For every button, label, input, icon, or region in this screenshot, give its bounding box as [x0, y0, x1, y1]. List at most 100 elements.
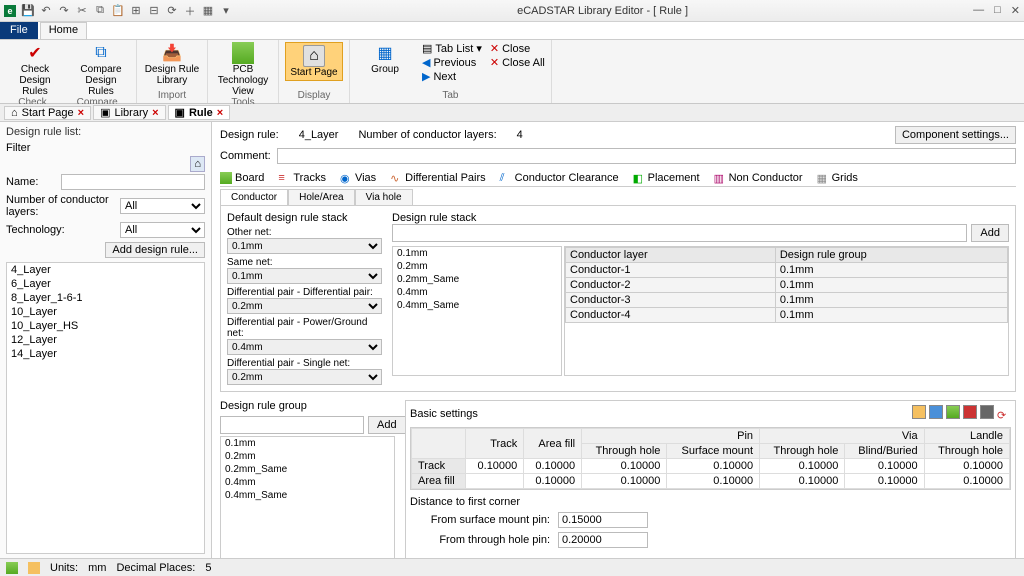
color-swatch[interactable] [912, 405, 926, 419]
table-row[interactable]: Conductor-10.1mm [566, 263, 1008, 278]
technology-select[interactable]: All [120, 222, 205, 238]
undo-icon[interactable]: ↶ [40, 5, 52, 17]
table-row[interactable]: Conductor-40.1mm [566, 308, 1008, 323]
pcb-tech-view-button[interactable]: PCB Technology View [214, 42, 272, 97]
rule-stack-input[interactable] [392, 224, 967, 242]
ribbon-group-display: Display [298, 90, 331, 101]
dist-sm-label: From surface mount pin: [410, 514, 550, 526]
home-tab[interactable]: Home [40, 22, 87, 39]
table-row[interactable]: Conductor-30.1mm [566, 293, 1008, 308]
save-icon[interactable]: 💾 [22, 5, 34, 17]
refresh-icon[interactable]: ⟳ [166, 5, 178, 17]
close-icon[interactable]: × [152, 107, 158, 119]
add-icon[interactable]: ＋ [184, 5, 196, 17]
dp-dp-select[interactable]: 0.2mm [227, 298, 382, 314]
rule-group-add-button[interactable]: Add [368, 416, 406, 434]
list-item[interactable]: 10_Layer_HS [7, 319, 204, 333]
list-item[interactable]: 0.2mm [221, 450, 394, 463]
filter-toggle-icon[interactable]: ⌂ [190, 156, 205, 172]
group-button[interactable]: ▦Group [356, 42, 414, 75]
tab-tracks[interactable]: ≡Tracks [278, 172, 326, 184]
cut-icon[interactable]: ✂ [76, 5, 88, 17]
name-input[interactable] [61, 174, 205, 190]
file-menu[interactable]: File [0, 22, 38, 39]
rule-group-input[interactable] [220, 416, 364, 434]
list-item[interactable]: 0.1mm [393, 247, 561, 260]
document-tabs: ⌂Start Page× ▣Library× ▣Rule× [0, 104, 1024, 122]
close-icon[interactable]: × [78, 107, 84, 119]
same-net-select[interactable]: 0.1mm [227, 268, 382, 284]
minimize-icon[interactable]: — [973, 4, 984, 17]
tab-grids[interactable]: ▦Grids [817, 172, 858, 184]
copy-icon[interactable]: ⧉ [94, 5, 106, 17]
nlayers-select[interactable]: All [120, 198, 205, 214]
tab-start-page[interactable]: ⌂Start Page× [4, 106, 91, 120]
close-icon[interactable]: × [217, 107, 223, 119]
tab-board[interactable]: Board [220, 172, 264, 184]
redo-icon[interactable]: ↷ [58, 5, 70, 17]
tab-nonconductor[interactable]: ▥Non Conductor [714, 172, 803, 184]
next-tab-button[interactable]: ▶Next [422, 70, 482, 83]
color-swatch[interactable] [980, 405, 994, 419]
list-item[interactable]: 8_Layer_1-6-1 [7, 291, 204, 305]
color-swatch[interactable] [946, 405, 960, 419]
tool2-icon[interactable]: ⊟ [148, 5, 160, 17]
list-item[interactable]: 0.2mm_Same [221, 463, 394, 476]
refresh-icon[interactable]: ⟳ [997, 409, 1011, 423]
start-page-button[interactable]: ⌂Start Page [285, 42, 343, 81]
paste-icon[interactable]: 📋 [112, 5, 124, 17]
tab-list-button[interactable]: ▤Tab List▾ [422, 42, 482, 55]
tab-library[interactable]: ▣Library× [93, 105, 165, 120]
list-item[interactable]: 10_Layer [7, 305, 204, 319]
list-item[interactable]: 0.4mm_Same [221, 489, 394, 502]
design-rule-library-button[interactable]: 📥Design Rule Library [143, 42, 201, 86]
tool-icon[interactable]: ⊞ [130, 5, 142, 17]
status-icon[interactable] [6, 562, 18, 574]
tab-diffpairs[interactable]: ∿Differential Pairs [390, 172, 486, 184]
add-design-rule-button[interactable]: Add design rule... [105, 242, 205, 258]
list-item[interactable]: 12_Layer [7, 333, 204, 347]
dp-sn-select[interactable]: 0.2mm [227, 369, 382, 385]
list-item[interactable]: 0.1mm [221, 437, 394, 450]
grid-icon[interactable]: ▦ [202, 5, 214, 17]
design-rule-label: Design rule: [220, 129, 279, 141]
rule-stack-add-button[interactable]: Add [971, 224, 1009, 242]
comment-input[interactable] [277, 148, 1016, 164]
tab-placement[interactable]: ◧Placement [633, 172, 700, 184]
list-item[interactable]: 0.2mm_Same [393, 273, 561, 286]
previous-tab-button[interactable]: ◀Previous [422, 56, 482, 69]
subtab-holearea[interactable]: Hole/Area [288, 189, 354, 206]
other-net-select[interactable]: 0.1mm [227, 238, 382, 254]
tab-vias[interactable]: ◉Vias [340, 172, 376, 184]
subtab-conductor[interactable]: Conductor [220, 189, 288, 206]
close-icon[interactable]: ✕ [1011, 4, 1020, 17]
compare-design-rules-button[interactable]: ⧉Compare Design Rules [72, 42, 130, 97]
dist-th-input[interactable] [558, 532, 648, 548]
maximize-icon[interactable]: □ [994, 4, 1001, 17]
list-item[interactable]: 14_Layer [7, 347, 204, 361]
list-item[interactable]: 0.4mm [221, 476, 394, 489]
tab-conductor-clearance[interactable]: ⫽Conductor Clearance [500, 172, 619, 184]
color-swatch[interactable] [929, 405, 943, 419]
list-item[interactable]: 0.4mm [393, 286, 561, 299]
table-row[interactable]: Track 0.100000.10000 0.100000.10000 0.10… [412, 459, 1010, 474]
table-row[interactable]: Area fill 0.10000 0.100000.10000 0.10000… [412, 474, 1010, 489]
color-swatch[interactable] [963, 405, 977, 419]
grids-icon: ▦ [817, 172, 829, 184]
tab-rule[interactable]: ▣Rule× [168, 105, 231, 120]
list-item[interactable]: 4_Layer [7, 263, 204, 277]
subtab-viahole[interactable]: Via hole [355, 189, 413, 206]
component-settings-button[interactable]: Component settings... [895, 126, 1016, 144]
table-row[interactable]: Conductor-20.1mm [566, 278, 1008, 293]
name-label: Name: [6, 176, 57, 188]
check-design-rules-button[interactable]: ✔Check Design Rules [6, 42, 64, 97]
more-icon[interactable]: ▾ [220, 5, 232, 17]
dist-sm-input[interactable] [558, 512, 648, 528]
close-tab-button[interactable]: ✕Close [490, 42, 545, 55]
dp-pg-select[interactable]: 0.4mm [227, 339, 382, 355]
list-item[interactable]: 6_Layer [7, 277, 204, 291]
list-item[interactable]: 0.4mm_Same [393, 299, 561, 312]
close-all-button[interactable]: ✕Close All [490, 56, 545, 69]
list-item[interactable]: 0.2mm [393, 260, 561, 273]
status-icon[interactable] [28, 562, 40, 574]
